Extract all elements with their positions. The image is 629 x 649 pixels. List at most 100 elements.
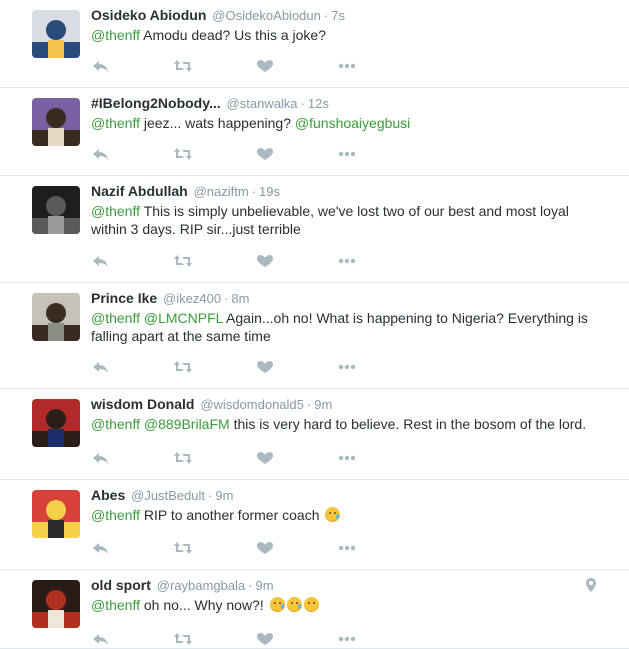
mention-link[interactable]: @thenff xyxy=(91,507,140,523)
separator-dot: · xyxy=(300,96,305,111)
tweet[interactable]: old sport @raybamgbala · 9m @thenff oh no..… xyxy=(0,570,629,649)
text-span: oh no... Why now?! xyxy=(140,597,268,613)
mention-link[interactable]: @889BrilaFM xyxy=(144,416,230,432)
text-span: jeez... wats happening? xyxy=(140,115,295,131)
mention-link[interactable]: @thenff xyxy=(91,310,140,326)
username[interactable]: @ikez400 xyxy=(163,291,221,306)
reply-button[interactable] xyxy=(91,631,173,647)
like-button[interactable] xyxy=(255,58,337,74)
more-button[interactable] xyxy=(337,58,419,74)
reply-icon xyxy=(93,256,108,267)
mention-link[interactable]: @thenff xyxy=(91,597,140,613)
reply-button[interactable] xyxy=(91,146,173,162)
reply-button[interactable] xyxy=(91,359,173,375)
reply-button[interactable] xyxy=(91,253,173,269)
tweet-actions xyxy=(91,359,419,375)
avatar[interactable] xyxy=(32,580,80,628)
tweet[interactable]: Nazif Abdullah @naziftm · 19s @thenff This … xyxy=(0,176,629,283)
fullname[interactable]: Prince Ike xyxy=(91,290,157,306)
retweet-icon xyxy=(174,542,192,554)
timeline: Osideko Abiodun @OsidekoAbiodun · 7s @thenf… xyxy=(0,0,629,649)
tweet-text: @thenff RIP to another former coach xyxy=(91,506,606,524)
avatar[interactable] xyxy=(32,490,80,538)
more-button[interactable] xyxy=(337,540,419,556)
fullname[interactable]: Osideko Abiodun xyxy=(91,7,206,23)
tweet[interactable]: #IBelong2Nobody... @stanwalka · 12s @thenff… xyxy=(0,88,629,176)
mention-link[interactable]: @thenff xyxy=(91,416,140,432)
fullname[interactable]: wisdom Donald xyxy=(91,396,194,412)
tweet-header: old sport @raybamgbala · 9m xyxy=(91,576,609,595)
more-button[interactable] xyxy=(337,146,419,162)
mention-link[interactable]: @LMCNPFL xyxy=(144,310,223,326)
like-button[interactable] xyxy=(255,631,337,647)
more-button[interactable] xyxy=(337,631,419,647)
tweet-content: wisdom Donald @wisdomdonald5 · 9m @thenff @… xyxy=(91,395,609,433)
retweet-button[interactable] xyxy=(173,631,255,647)
retweet-button[interactable] xyxy=(173,146,255,162)
like-button[interactable] xyxy=(255,146,337,162)
retweet-button[interactable] xyxy=(173,58,255,74)
more-button[interactable] xyxy=(337,450,419,466)
avatar[interactable] xyxy=(32,293,80,341)
like-button[interactable] xyxy=(255,450,337,466)
mention-link[interactable]: @funshoaiyegbusi xyxy=(295,115,410,131)
fullname[interactable]: Nazif Abdullah xyxy=(91,183,188,199)
tweet-actions xyxy=(91,58,419,74)
retweet-button[interactable] xyxy=(173,359,255,375)
username[interactable]: @JustBedult xyxy=(131,488,205,503)
text-span: This is simply unbelievable, we've lost … xyxy=(91,203,569,237)
reply-button[interactable] xyxy=(91,450,173,466)
tweet[interactable]: Abes @JustBedult · 9m @thenff RIP to anothe… xyxy=(0,480,629,570)
mention-link[interactable]: @thenff xyxy=(91,203,140,219)
retweet-button[interactable] xyxy=(173,253,255,269)
avatar[interactable] xyxy=(32,186,80,234)
like-button[interactable] xyxy=(255,540,337,556)
timestamp[interactable]: 9m xyxy=(314,397,332,412)
tweet-text: @thenff jeez... wats happening? @funshoa… xyxy=(91,114,606,132)
username[interactable]: @raybamgbala xyxy=(157,578,245,593)
avatar[interactable] xyxy=(32,10,80,58)
timestamp[interactable]: 9m xyxy=(215,488,233,503)
tweet[interactable]: Prince Ike @ikez400 · 8m @thenff @LMCNPFL A… xyxy=(0,283,629,389)
tweet-header: Prince Ike @ikez400 · 8m xyxy=(91,289,609,308)
reply-button[interactable] xyxy=(91,58,173,74)
username[interactable]: @naziftm xyxy=(194,184,249,199)
retweet-button[interactable] xyxy=(173,540,255,556)
avatar[interactable] xyxy=(32,399,80,447)
fullname[interactable]: Abes xyxy=(91,487,125,503)
fullname[interactable]: old sport xyxy=(91,577,151,593)
location-button[interactable] xyxy=(585,578,597,592)
tweet[interactable]: Osideko Abiodun @OsidekoAbiodun · 7s @thenf… xyxy=(0,0,629,88)
username[interactable]: @stanwalka xyxy=(227,96,298,111)
timestamp[interactable]: 19s xyxy=(259,184,280,199)
timestamp[interactable]: 9m xyxy=(255,578,273,593)
timestamp[interactable]: 8m xyxy=(231,291,249,306)
more-button[interactable] xyxy=(337,253,419,269)
username[interactable]: @wisdomdonald5 xyxy=(200,397,304,412)
avatar[interactable] xyxy=(32,98,80,146)
username[interactable]: @OsidekoAbiodun xyxy=(212,8,321,23)
like-button[interactable] xyxy=(255,253,337,269)
like-icon xyxy=(257,542,273,554)
crying-face-emoji xyxy=(325,507,341,522)
tweet-actions xyxy=(91,631,419,647)
retweet-button[interactable] xyxy=(173,450,255,466)
tweet-header: Abes @JustBedult · 9m xyxy=(91,486,609,505)
reply-icon xyxy=(93,61,108,72)
like-icon xyxy=(257,255,273,267)
timestamp[interactable]: 7s xyxy=(331,8,345,23)
timestamp[interactable]: 12s xyxy=(308,96,329,111)
mention-link[interactable]: @thenff xyxy=(91,115,140,131)
mention-link[interactable]: @thenff xyxy=(91,27,140,43)
fullname[interactable]: #IBelong2Nobody... xyxy=(91,95,221,111)
tweet-actions xyxy=(91,450,419,466)
more-button[interactable] xyxy=(337,359,419,375)
reply-button[interactable] xyxy=(91,540,173,556)
tweet[interactable]: wisdom Donald @wisdomdonald5 · 9m @thenff @… xyxy=(0,389,629,480)
text-span: RIP to another former coach xyxy=(140,507,324,523)
like-button[interactable] xyxy=(255,359,337,375)
reply-icon xyxy=(93,149,108,160)
retweet-icon xyxy=(174,255,192,267)
tweet-header: Nazif Abdullah @naziftm · 19s xyxy=(91,182,609,201)
more-icon xyxy=(338,63,356,69)
